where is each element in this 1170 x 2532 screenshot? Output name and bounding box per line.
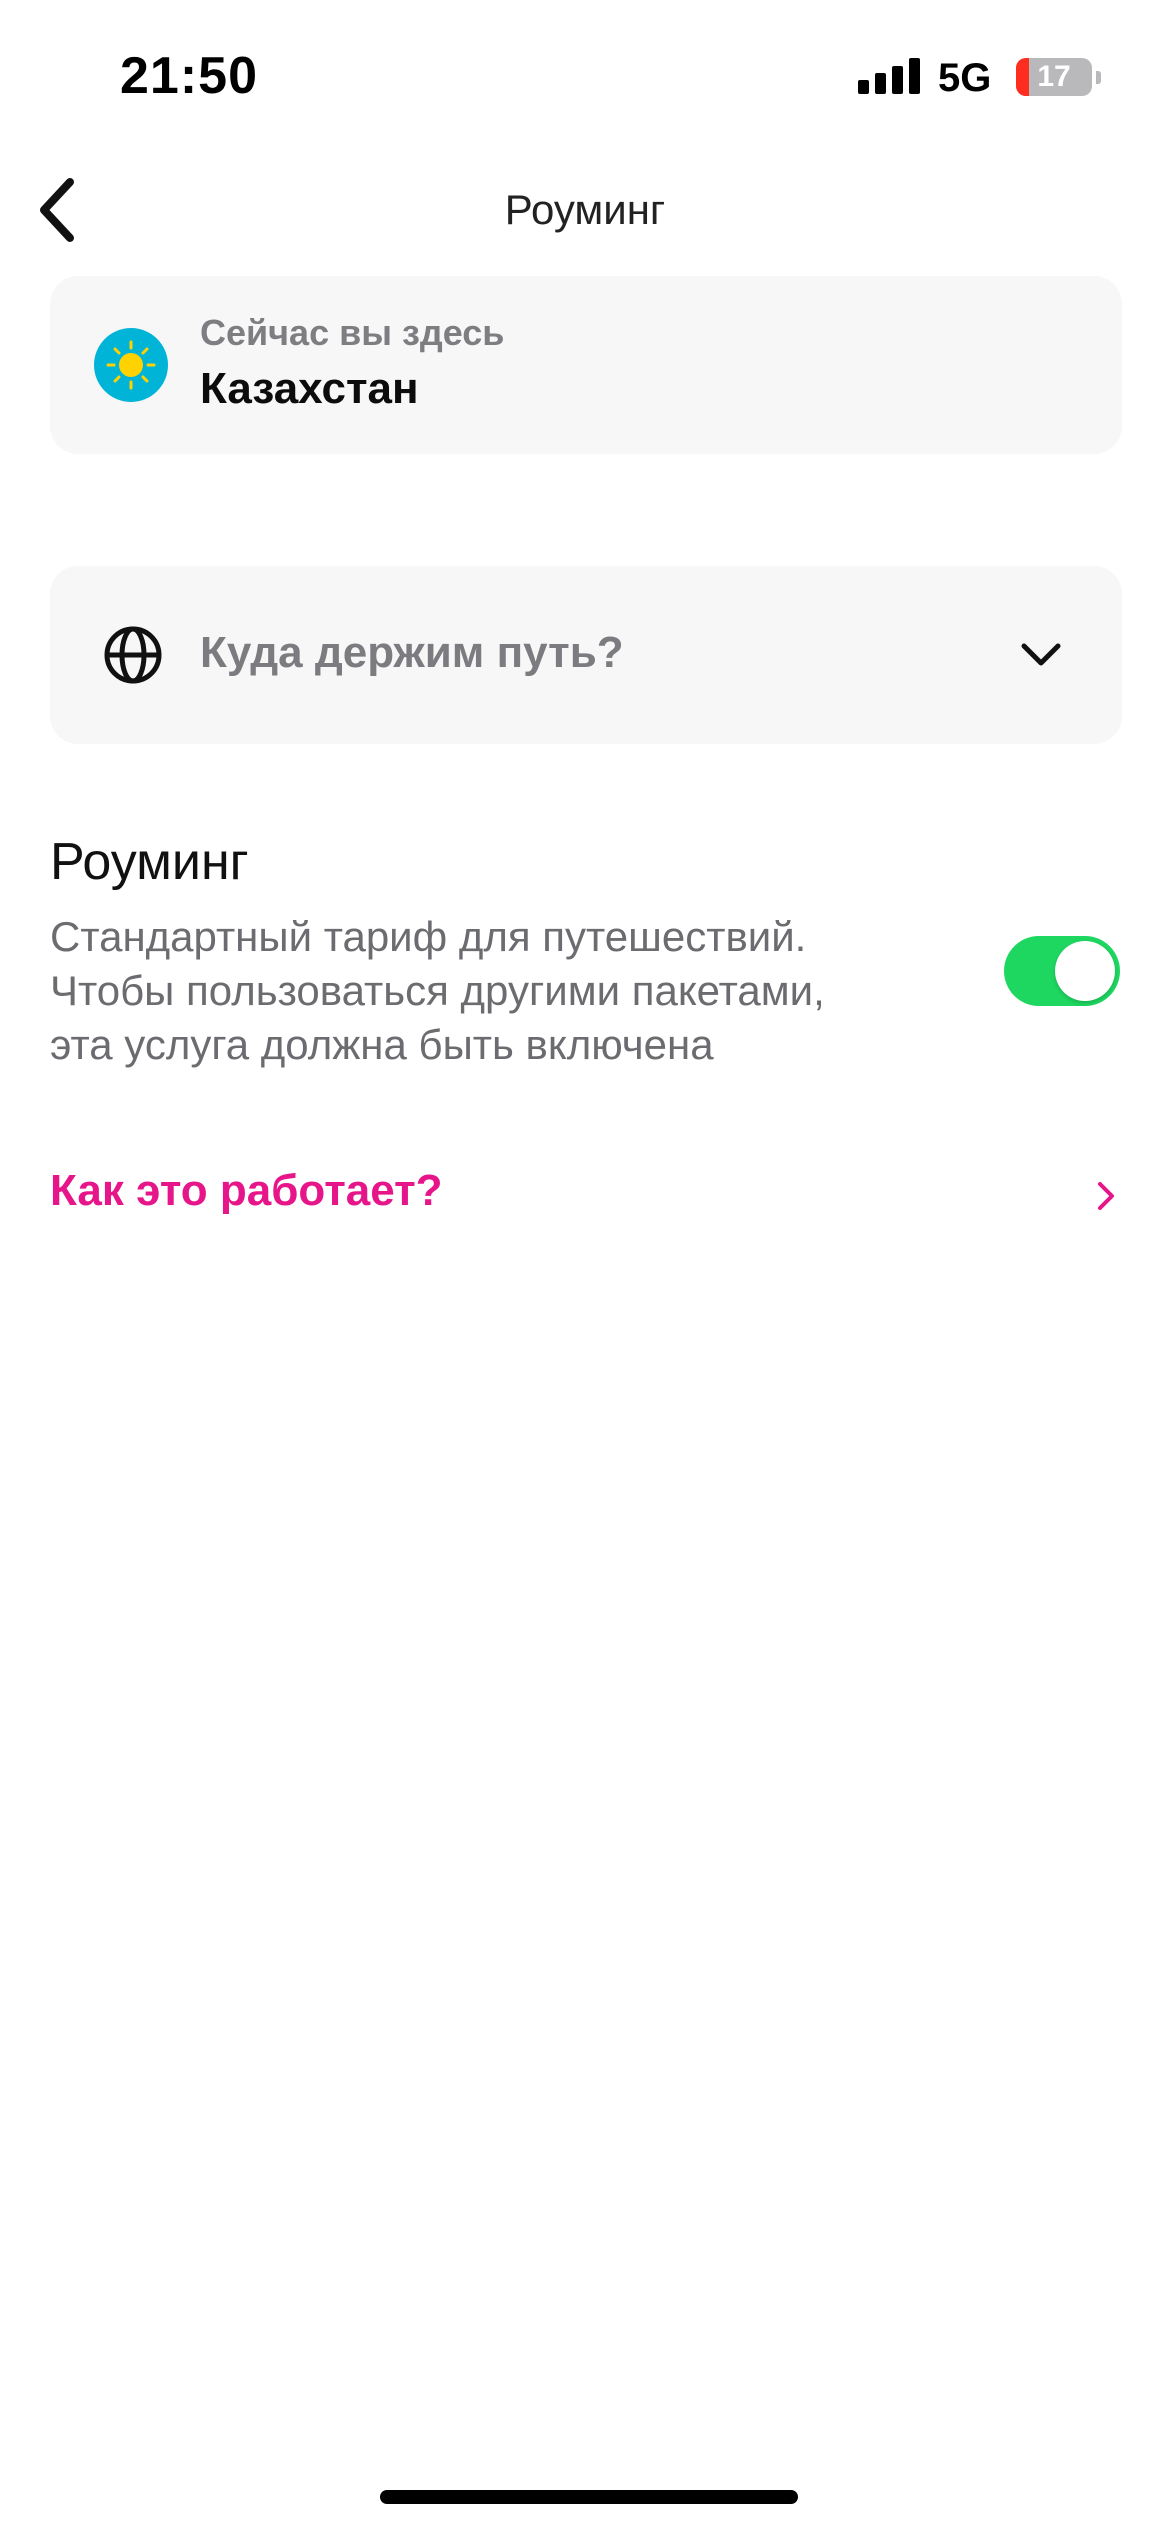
roaming-description-line: Стандартный тариф для путешествий.	[50, 913, 807, 960]
current-location-card: Сейчас вы здесь Казахстан	[50, 276, 1122, 454]
battery-icon: 17	[1016, 58, 1092, 96]
roaming-screen: 21:50 5G 17 Роуминг Сейчас вы здесь Каза…	[0, 0, 1170, 2532]
roaming-description: Стандартный тариф для путешествий. Чтобы…	[50, 910, 970, 1072]
status-time: 21:50	[120, 47, 258, 105]
network-type: 5G	[938, 56, 992, 100]
home-indicator	[380, 2490, 798, 2504]
roaming-description-line: эта услуга должна быть включена	[50, 1021, 714, 1068]
globe-icon	[104, 626, 162, 684]
destination-placeholder: Куда держим путь?	[200, 628, 624, 677]
how-it-works-link[interactable]: Как это работает?	[50, 1156, 1122, 1236]
chevron-right-icon	[1098, 1182, 1114, 1210]
page-title: Роуминг	[504, 186, 666, 233]
toggle-knob	[1055, 941, 1115, 1001]
roaming-toggle[interactable]	[1004, 936, 1120, 1006]
roaming-section-title: Роуминг	[50, 833, 249, 891]
battery-cap	[1096, 71, 1101, 84]
signal-strength-icon	[858, 58, 920, 94]
battery-percent: 17	[1037, 60, 1071, 93]
kazakhstan-flag-icon	[94, 328, 168, 402]
current-country: Казахстан	[200, 364, 419, 413]
destination-selector[interactable]: Куда держим путь?	[50, 566, 1122, 744]
roaming-description-line: Чтобы пользоваться другими пакетами,	[50, 967, 825, 1014]
current-location-label: Сейчас вы здесь	[200, 312, 505, 353]
how-it-works-label: Как это работает?	[50, 1166, 443, 1215]
chevron-down-icon	[1021, 643, 1061, 666]
